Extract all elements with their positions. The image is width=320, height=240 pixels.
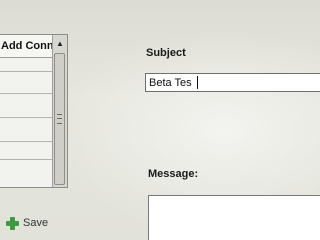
scroll-thumb[interactable] xyxy=(54,53,65,185)
list-scrollbar[interactable]: ▲ xyxy=(52,35,67,187)
text-cursor xyxy=(197,76,198,89)
grip-icon xyxy=(57,114,62,124)
subject-label: Subject xyxy=(146,47,186,59)
save-label: Save xyxy=(23,217,49,229)
list-item[interactable] xyxy=(0,71,52,72)
subject-field[interactable] xyxy=(145,73,320,92)
contact-list[interactable]: Add Conn ▲ xyxy=(0,34,68,188)
list-item[interactable] xyxy=(0,159,52,160)
plus-icon xyxy=(6,216,19,230)
list-item[interactable] xyxy=(0,117,52,118)
message-field[interactable] xyxy=(148,195,320,240)
list-item[interactable] xyxy=(0,141,52,142)
scroll-up-icon[interactable]: ▲ xyxy=(53,35,67,53)
save-button[interactable]: Save xyxy=(6,212,56,234)
add-contact-header[interactable]: Add Conn xyxy=(0,35,52,58)
message-label: Message: xyxy=(148,168,199,180)
app-window: Add Conn ▲ Save Subject Message: xyxy=(0,0,320,240)
list-item[interactable] xyxy=(0,93,52,94)
